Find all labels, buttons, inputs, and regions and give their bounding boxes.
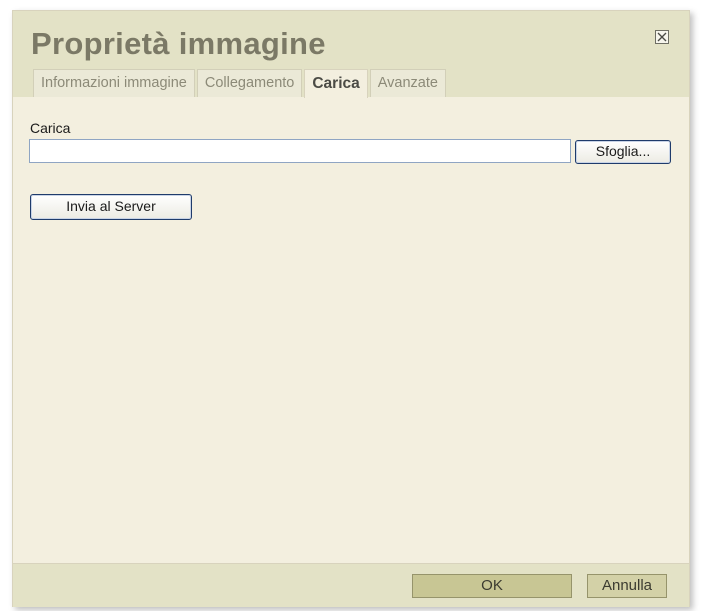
dialog-title: Proprietà immagine xyxy=(31,26,326,61)
dialog-header[interactable]: Proprietà immagine Informazioni immagine… xyxy=(13,11,689,98)
image-properties-dialog: Proprietà immagine Informazioni immagine… xyxy=(12,10,690,607)
tab-image-info[interactable]: Informazioni immagine xyxy=(33,69,195,97)
upload-field-label: Carica xyxy=(30,120,71,136)
cancel-button[interactable]: Annulla xyxy=(587,574,667,598)
dialog-footer: OK Annulla xyxy=(13,563,689,607)
browse-button[interactable]: Sfoglia... xyxy=(575,140,671,164)
page-background xyxy=(0,0,12,611)
close-icon[interactable] xyxy=(655,30,669,44)
ok-button[interactable]: OK xyxy=(412,574,572,598)
tab-advanced[interactable]: Avanzate xyxy=(369,69,446,97)
file-path-input[interactable] xyxy=(29,139,571,163)
upload-panel: Carica Sfoglia... Invia al Server xyxy=(13,97,689,563)
send-to-server-button[interactable]: Invia al Server xyxy=(30,194,192,220)
tab-strip: Informazioni immagine Collegamento Caric… xyxy=(33,69,448,98)
tab-upload[interactable]: Carica xyxy=(304,69,368,98)
tab-link[interactable]: Collegamento xyxy=(196,69,303,97)
